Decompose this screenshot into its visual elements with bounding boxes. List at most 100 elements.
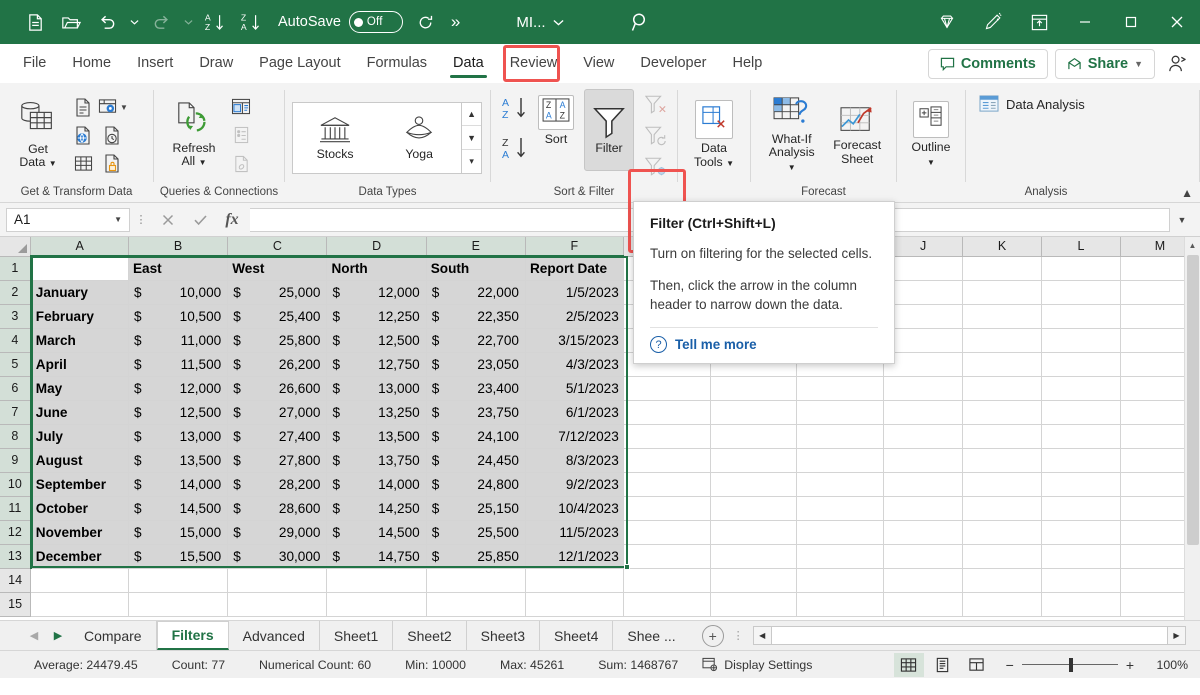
cell-G15[interactable] bbox=[623, 592, 710, 616]
cell-F12[interactable]: 11/5/2023 bbox=[525, 520, 623, 544]
cell-A14[interactable] bbox=[31, 568, 129, 592]
cell-A2[interactable]: January bbox=[31, 280, 129, 304]
cell-K6[interactable] bbox=[963, 376, 1042, 400]
cell-H11[interactable] bbox=[710, 496, 797, 520]
selection-fill-handle[interactable] bbox=[624, 564, 630, 570]
sheet-nav-previous-icon[interactable]: ◀ bbox=[22, 629, 46, 642]
cell-F6[interactable]: 5/1/2023 bbox=[525, 376, 623, 400]
cell-C11[interactable]: $28,600 bbox=[228, 496, 327, 520]
cell-B5[interactable]: $11,500 bbox=[128, 352, 227, 376]
cell-A7[interactable]: June bbox=[31, 400, 129, 424]
scroll-up-arrow-icon[interactable]: ▲ bbox=[1185, 237, 1200, 254]
name-box[interactable]: A1 ▼ bbox=[6, 208, 130, 232]
cell-F2[interactable]: 1/5/2023 bbox=[525, 280, 623, 304]
cell-I14[interactable] bbox=[797, 568, 884, 592]
tab-draw[interactable]: Draw bbox=[186, 49, 246, 79]
cell-A11[interactable]: October bbox=[31, 496, 129, 520]
row-header-1[interactable]: 1 bbox=[0, 256, 31, 280]
cell-J10[interactable] bbox=[884, 472, 963, 496]
column-header-D[interactable]: D bbox=[327, 237, 426, 256]
column-header-L[interactable]: L bbox=[1042, 237, 1121, 256]
row-header-6[interactable]: 6 bbox=[0, 376, 31, 400]
cell-L13[interactable] bbox=[1042, 544, 1121, 568]
cell-C5[interactable]: $26,200 bbox=[228, 352, 327, 376]
cell-F15[interactable] bbox=[525, 592, 623, 616]
status-sum[interactable]: Sum: 1468767 bbox=[598, 658, 678, 672]
cell-D7[interactable]: $13,250 bbox=[327, 400, 426, 424]
normal-view-icon[interactable] bbox=[894, 653, 924, 677]
recent-sources-icon[interactable] bbox=[98, 122, 126, 149]
cell-I12[interactable] bbox=[797, 520, 884, 544]
cell-G10[interactable] bbox=[623, 472, 710, 496]
cell-D1[interactable]: North bbox=[327, 256, 426, 280]
cell-D6[interactable]: $13,000 bbox=[327, 376, 426, 400]
cell-D11[interactable]: $14,250 bbox=[327, 496, 426, 520]
hscroll-left-arrow-icon[interactable]: ◀ bbox=[753, 626, 772, 645]
sheet-tab-compare[interactable]: Compare bbox=[70, 621, 157, 650]
cell-L15[interactable] bbox=[1042, 592, 1121, 616]
queries-connections-icon[interactable] bbox=[227, 93, 255, 120]
sort-descending-icon[interactable]: Z A bbox=[234, 5, 268, 39]
undo-dropdown-icon[interactable] bbox=[126, 5, 142, 39]
cell-L8[interactable] bbox=[1042, 424, 1121, 448]
cell-A5[interactable]: April bbox=[31, 352, 129, 376]
cell-A6[interactable]: May bbox=[31, 376, 129, 400]
display-settings-button[interactable]: Display Settings bbox=[702, 657, 812, 672]
cell-E4[interactable]: $22,700 bbox=[426, 328, 525, 352]
cell-E11[interactable]: $25,150 bbox=[426, 496, 525, 520]
cell-B7[interactable]: $12,500 bbox=[128, 400, 227, 424]
vertical-scroll-thumb[interactable] bbox=[1187, 255, 1199, 545]
open-folder-icon[interactable] bbox=[54, 5, 88, 39]
data-type-stocks[interactable]: Stocks bbox=[293, 103, 377, 173]
cell-D9[interactable]: $13,750 bbox=[327, 448, 426, 472]
cell-E13[interactable]: $25,850 bbox=[426, 544, 525, 568]
tab-data[interactable]: Data bbox=[440, 49, 497, 79]
cell-J4[interactable] bbox=[884, 328, 963, 352]
cell-B8[interactable]: $13,000 bbox=[128, 424, 227, 448]
forecast-sheet-button[interactable]: ForecastSheet bbox=[825, 101, 889, 169]
cell-J3[interactable] bbox=[884, 304, 963, 328]
cell-D14[interactable] bbox=[327, 568, 426, 592]
cell-H15[interactable] bbox=[710, 592, 797, 616]
cell-H12[interactable] bbox=[710, 520, 797, 544]
cell-J15[interactable] bbox=[884, 592, 963, 616]
cell-A12[interactable]: November bbox=[31, 520, 129, 544]
cell-L6[interactable] bbox=[1042, 376, 1121, 400]
existing-connections-icon[interactable] bbox=[98, 150, 126, 177]
cell-K14[interactable] bbox=[963, 568, 1042, 592]
cell-E7[interactable]: $23,750 bbox=[426, 400, 525, 424]
cell-A4[interactable]: March bbox=[31, 328, 129, 352]
autosave-control[interactable]: AutoSave Off bbox=[278, 11, 403, 33]
tab-formulas[interactable]: Formulas bbox=[354, 49, 440, 79]
comments-button[interactable]: Comments bbox=[928, 49, 1048, 79]
cell-B6[interactable]: $12,000 bbox=[128, 376, 227, 400]
sheet-tab-overflow[interactable]: Shee ... bbox=[613, 621, 689, 650]
zoom-in-button[interactable]: + bbox=[1126, 657, 1134, 673]
tab-help[interactable]: Help bbox=[720, 49, 776, 79]
cell-B13[interactable]: $15,500 bbox=[128, 544, 227, 568]
cell-F3[interactable]: 2/5/2023 bbox=[525, 304, 623, 328]
cell-J9[interactable] bbox=[884, 448, 963, 472]
cell-H6[interactable] bbox=[710, 376, 797, 400]
cell-E9[interactable]: $24,450 bbox=[426, 448, 525, 472]
cell-K12[interactable] bbox=[963, 520, 1042, 544]
tab-insert[interactable]: Insert bbox=[124, 49, 186, 79]
from-picture-dropdown-icon[interactable]: ▼ bbox=[120, 103, 128, 112]
share-chevron-down-icon[interactable]: ▼ bbox=[1134, 59, 1143, 69]
what-if-analysis-button[interactable]: What-IfAnalysis ▼ bbox=[758, 93, 825, 178]
enter-check-icon[interactable] bbox=[184, 208, 216, 232]
cell-I8[interactable] bbox=[797, 424, 884, 448]
cell-D5[interactable]: $12,750 bbox=[327, 352, 426, 376]
row-header-2[interactable]: 2 bbox=[0, 280, 31, 304]
cell-G11[interactable] bbox=[623, 496, 710, 520]
get-data-button[interactable]: GetData ▼ bbox=[7, 97, 69, 174]
sheet-tab-sheet4[interactable]: Sheet4 bbox=[540, 621, 613, 650]
cell-B9[interactable]: $13,500 bbox=[128, 448, 227, 472]
refresh-icon[interactable] bbox=[409, 5, 443, 39]
cell-C1[interactable]: West bbox=[228, 256, 327, 280]
cell-G12[interactable] bbox=[623, 520, 710, 544]
cell-L14[interactable] bbox=[1042, 568, 1121, 592]
cell-K2[interactable] bbox=[963, 280, 1042, 304]
cell-E2[interactable]: $22,000 bbox=[426, 280, 525, 304]
insert-function-fx-icon[interactable]: fx bbox=[216, 208, 248, 232]
